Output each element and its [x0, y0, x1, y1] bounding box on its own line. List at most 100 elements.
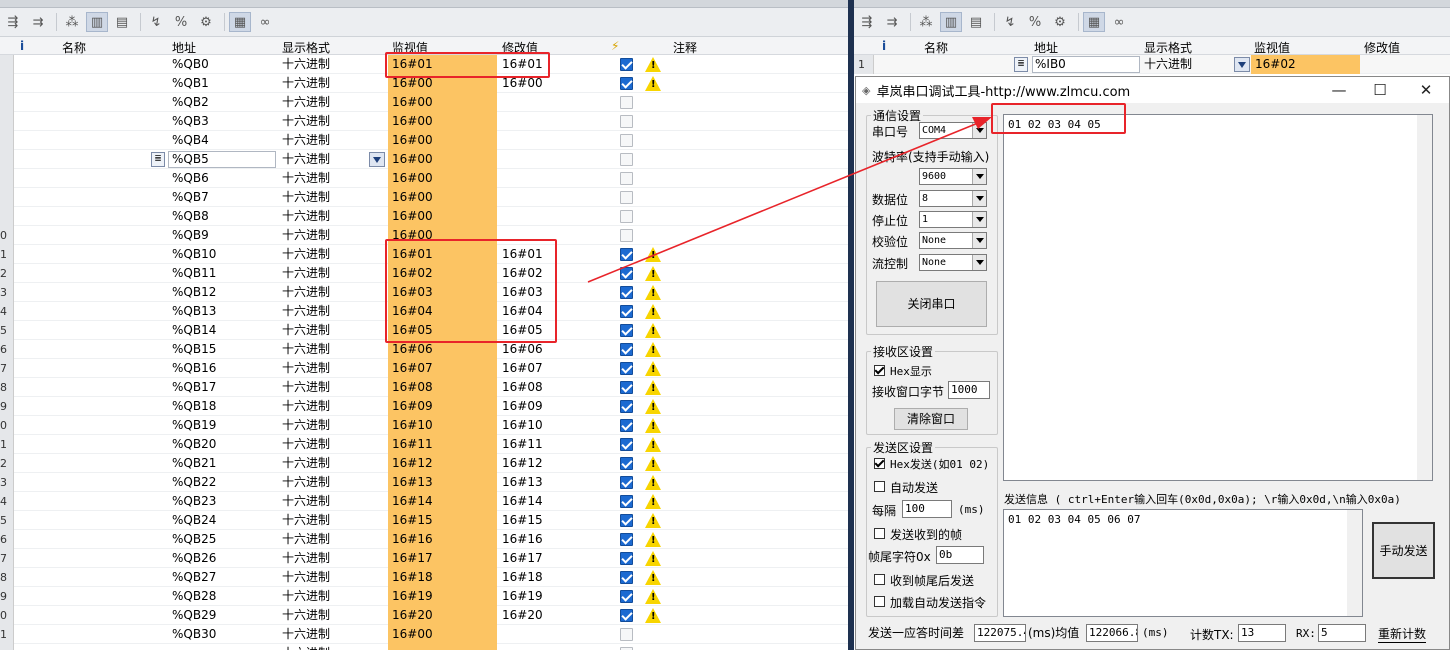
table-row[interactable]: ≣ %QB5 十六进制 16#00: [0, 150, 848, 169]
modify-checkbox[interactable]: [620, 210, 633, 223]
send-after-tail-checkbox[interactable]: [874, 574, 885, 585]
modify-value-cell[interactable]: 16#00: [502, 74, 543, 93]
table-row[interactable]: 0 %QB9 十六进制 16#00: [0, 226, 848, 245]
manual-send-button[interactable]: 手动发送: [1372, 522, 1435, 579]
auto-send-checkbox[interactable]: [874, 481, 885, 492]
modify-checkbox[interactable]: [620, 58, 633, 71]
close-port-button[interactable]: 关闭串口: [876, 281, 987, 327]
address-cell[interactable]: %QB18: [172, 397, 216, 416]
table-row[interactable]: 1 %QB20 十六进制 16#11 16#11: [0, 435, 848, 454]
address-cell[interactable]: %QB9: [172, 226, 209, 245]
fill-icon[interactable]: ⁂: [61, 12, 83, 32]
format-cell[interactable]: 十六进制: [282, 435, 330, 454]
monitor-icon[interactable]: ▥: [86, 12, 108, 32]
show-all-icon[interactable]: ▦: [1083, 12, 1105, 32]
modify-value-cell[interactable]: 16#09: [502, 397, 543, 416]
address-cell[interactable]: %QB6: [172, 169, 209, 188]
modify-checkbox[interactable]: [620, 514, 633, 527]
reset-count-button[interactable]: 重新计数: [1378, 625, 1427, 643]
modify-checkbox[interactable]: [620, 96, 633, 109]
dialog-titlebar[interactable]: ◈ 卓岚串口调试工具-http://www.zlmcu.com — ☐ ✕: [856, 77, 1449, 103]
address-cell[interactable]: %QB15: [172, 340, 216, 359]
format-cell[interactable]: 十六进制: [282, 492, 330, 511]
modify-checkbox[interactable]: [620, 533, 633, 546]
table-row[interactable]: 5 %QB14 十六进制 16#05 16#05: [0, 321, 848, 340]
address-cell[interactable]: %IB0: [1032, 56, 1140, 73]
table-row[interactable]: 2 %QB11 十六进制 16#02 16#02: [0, 264, 848, 283]
table-row[interactable]: %QB8 十六进制 16#00: [0, 207, 848, 226]
modify-value-cell[interactable]: 16#07: [502, 359, 543, 378]
address-cell[interactable]: %QB23: [172, 492, 216, 511]
header-address[interactable]: 地址: [1034, 39, 1058, 56]
list-icon[interactable]: ≣: [1014, 57, 1028, 72]
modify-trigger-icon[interactable]: ⚙: [195, 12, 217, 32]
header-format[interactable]: 显示格式: [282, 39, 330, 56]
table-row[interactable]: 1 %QB10 十六进制 16#01 16#01: [0, 245, 848, 264]
modify-checkbox[interactable]: [620, 134, 633, 147]
format-cell[interactable]: 十六进制: [282, 283, 330, 302]
table-row[interactable]: 9 %QB18 十六进制 16#09 16#09: [0, 397, 848, 416]
modify-value-cell[interactable]: 16#02: [502, 264, 543, 283]
baud-select[interactable]: 9600: [919, 168, 987, 185]
send-scrollbar[interactable]: [1347, 510, 1362, 616]
modify-checkbox[interactable]: [620, 305, 633, 318]
modify-checkbox[interactable]: [620, 324, 633, 337]
address-cell[interactable]: %QB22: [172, 473, 216, 492]
modify-value-cell[interactable]: 16#01: [502, 245, 543, 264]
modify-value-cell[interactable]: 16#04: [502, 302, 543, 321]
modify-now-icon[interactable]: %: [1024, 12, 1046, 32]
format-cell[interactable]: 十六进制: [282, 644, 330, 650]
address-cell[interactable]: %QB17: [172, 378, 216, 397]
format-cell[interactable]: 十六进制: [282, 416, 330, 435]
show-all-icon[interactable]: ▦: [229, 12, 251, 32]
format-cell[interactable]: 十六进制: [282, 530, 330, 549]
table-row[interactable]: %QB4 十六进制 16#00: [0, 131, 848, 150]
modify-value-cell[interactable]: 16#18: [502, 568, 543, 587]
address-cell[interactable]: %QB25: [172, 530, 216, 549]
receive-scrollbar[interactable]: [1417, 115, 1432, 480]
table-row[interactable]: 0 %QB19 十六进制 16#10 16#10: [0, 416, 848, 435]
monitor-once-icon[interactable]: ▤: [111, 12, 133, 32]
address-cell[interactable]: %QB10: [172, 245, 216, 264]
chevron-down-icon[interactable]: [1234, 57, 1250, 72]
format-cell[interactable]: 十六进制: [282, 226, 330, 245]
modify-value-cell[interactable]: 16#08: [502, 378, 543, 397]
address-cell[interactable]: %QB20: [172, 435, 216, 454]
header-modify[interactable]: 修改值: [502, 39, 538, 56]
table-row[interactable]: 8 %QB17 十六进制 16#08 16#08: [0, 378, 848, 397]
monitor-icon[interactable]: ▥: [940, 12, 962, 32]
modify-value-cell[interactable]: 16#14: [502, 492, 543, 511]
header-monitor[interactable]: 监视值: [392, 39, 428, 56]
address-cell[interactable]: %QB3: [172, 112, 209, 131]
insert-row-icon[interactable]: ⇶: [2, 12, 24, 32]
table-row[interactable]: 9 %QB28 十六进制 16#19 16#19: [0, 587, 848, 606]
recv-bytes-input[interactable]: 1000: [948, 381, 990, 399]
modify-checkbox[interactable]: [620, 552, 633, 565]
table-row[interactable]: 2 %QB21 十六进制 16#12 16#12: [0, 454, 848, 473]
fill-icon[interactable]: ⁂: [915, 12, 937, 32]
add-row-icon[interactable]: ⇉: [881, 12, 903, 32]
modify-value-cell[interactable]: 16#19: [502, 587, 543, 606]
maximize-button[interactable]: ☐: [1365, 80, 1395, 100]
header-modify[interactable]: 修改值: [1364, 39, 1400, 56]
format-cell[interactable]: 十六进制: [282, 55, 330, 74]
address-cell[interactable]: %QB21: [172, 454, 216, 473]
format-cell[interactable]: 十六进制: [282, 150, 330, 169]
parity-select[interactable]: None: [919, 232, 987, 249]
header-name[interactable]: 名称: [62, 39, 86, 56]
format-cell[interactable]: 十六进制: [1144, 55, 1192, 74]
format-cell[interactable]: 十六进制: [282, 321, 330, 340]
modify-trigger-icon[interactable]: ⚙: [1049, 12, 1071, 32]
modify-value-cell[interactable]: 16#12: [502, 454, 543, 473]
header-format[interactable]: 显示格式: [1144, 39, 1192, 56]
modify-checkbox[interactable]: [620, 419, 633, 432]
table-row[interactable]: 0 %QB29 十六进制 16#20 16#20: [0, 606, 848, 625]
hex-display-checkbox[interactable]: [874, 365, 885, 376]
header-address[interactable]: 地址: [172, 39, 196, 56]
tail-input[interactable]: 0b: [936, 546, 984, 564]
load-auto-checkbox[interactable]: [874, 596, 885, 607]
modify-checkbox[interactable]: [620, 248, 633, 261]
format-cell[interactable]: 十六进制: [282, 112, 330, 131]
address-cell[interactable]: %QB4: [172, 131, 209, 150]
modify-checkbox[interactable]: [620, 191, 633, 204]
